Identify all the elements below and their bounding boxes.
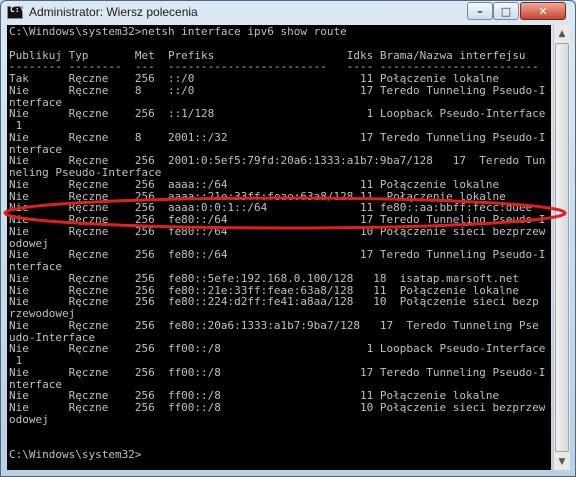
console-output[interactable]: C:\Windows\system32>netsh interface ipv6… (7, 25, 551, 470)
console-line: Nie Ręczne 256 fe80::224:d2ff:fe41:a8aa/… (9, 295, 539, 309)
console-line: C:\Windows\system32> (9, 448, 142, 461)
console-line: Nie Ręczne 256 fe80::/64 10 Połączenie s… (9, 224, 546, 238)
console-line: Nie Ręczne 256 ff00::/8 17 Teredo Tunnel… (9, 365, 546, 379)
cmd-icon: C:\ (7, 5, 24, 19)
close-button[interactable]: ✕ (520, 2, 566, 20)
console-line: Nie Ręczne 256 ff00::/8 10 Połączenie si… (9, 401, 546, 414)
console-line: Nie Ręczne 256 fe80::/64 17 Teredo Tunne… (9, 248, 546, 262)
maximize-button[interactable]: □ (493, 2, 519, 20)
console-line: Nie Ręczne 8 ::/0 17 Teredo Tunneling Ps… (9, 83, 546, 97)
vertical-scrollbar[interactable]: ▲ ▼ (553, 25, 570, 470)
window-title: Administrator: Wiersz polecenia (29, 5, 198, 19)
console-line: Nie Ręczne 256 ::1/128 1 Loopback Pseudo… (9, 107, 546, 121)
console-window: C:\ Administrator: Wiersz polecenia – □ … (0, 0, 576, 477)
title-bar[interactable]: C:\ Administrator: Wiersz polecenia – □ … (1, 1, 575, 25)
scroll-down-icon[interactable]: ▼ (554, 453, 570, 470)
console-line: odowej (9, 412, 49, 426)
console-line: Nie Ręczne 8 2001::/32 17 Teredo Tunneli… (9, 130, 546, 144)
scroll-up-icon[interactable]: ▲ (554, 25, 570, 42)
minimize-button[interactable]: – (467, 2, 493, 20)
console-text: C:\Windows\system32>netsh interface ipv6… (7, 25, 551, 461)
console-line: Nie Ręczne 256 ff00::/8 1 Loopback Pseud… (9, 342, 546, 356)
scroll-thumb[interactable] (555, 43, 569, 452)
console-line: C:\Windows\system32>netsh interface ipv6… (9, 25, 347, 38)
